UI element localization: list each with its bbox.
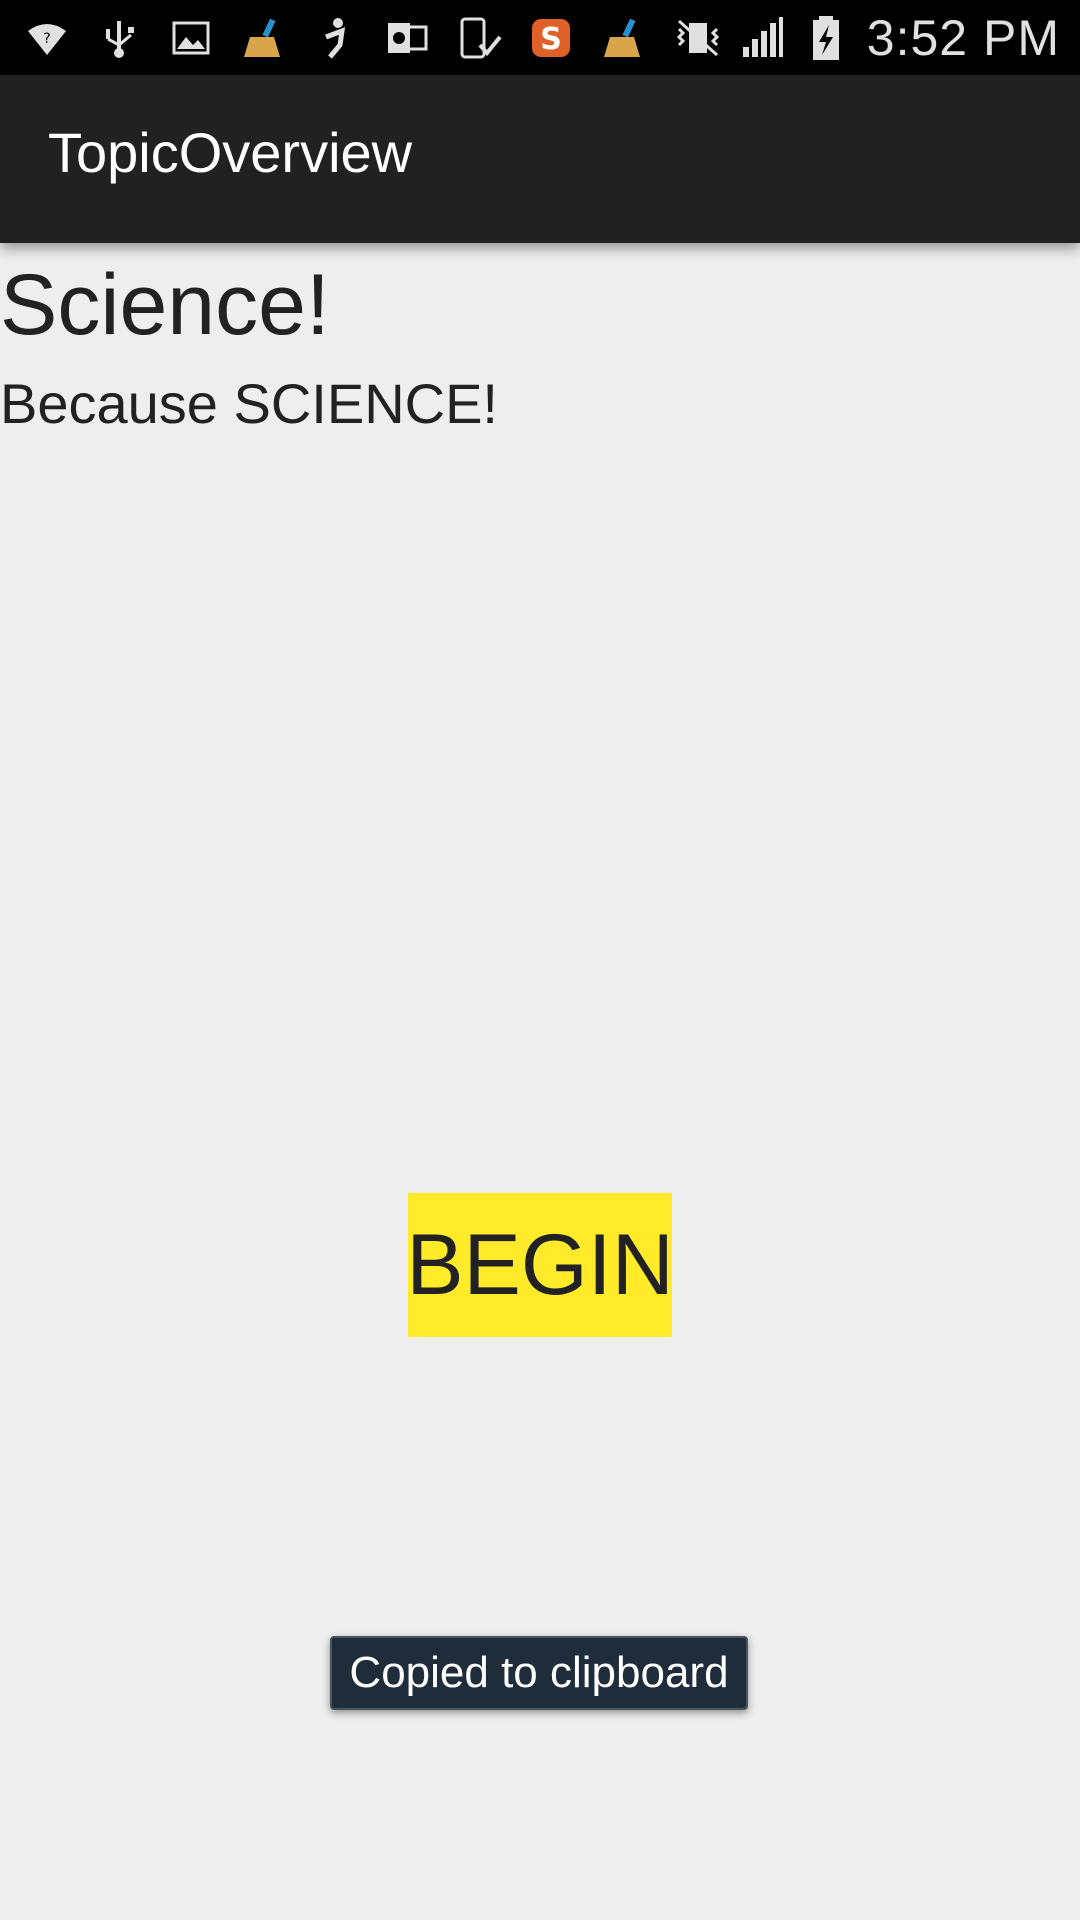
usb-icon (96, 15, 142, 61)
status-bar: ? S 3:52 PM (0, 0, 1080, 75)
device-check-icon (456, 15, 502, 61)
svg-text:?: ? (43, 31, 50, 47)
app-title: TopicOverview (48, 121, 413, 184)
toast-message: Copied to clipboard (349, 1648, 729, 1697)
system-indicators: 3:52 PM (675, 8, 1060, 68)
broom-icon (600, 15, 646, 61)
topic-subtitle: Because SCIENCE! (0, 372, 498, 435)
screen: ? S 3:52 PM TopicOverview Science! Becau… (0, 0, 1080, 1920)
toast: Copied to clipboard (330, 1636, 748, 1710)
signal-icon (739, 15, 785, 61)
svg-text:S: S (540, 22, 562, 57)
outlook-icon (384, 15, 430, 61)
image-icon (168, 15, 214, 61)
app-bar: TopicOverview (0, 75, 1080, 243)
s-app-icon: S (528, 15, 574, 61)
vibrate-mute-icon (675, 15, 721, 61)
notification-icons: ? S (24, 8, 646, 68)
person-icon (312, 15, 358, 61)
wifi-question-icon: ? (24, 15, 70, 61)
topic-title: Science! (0, 257, 330, 353)
battery-charging-icon (803, 15, 849, 61)
begin-button[interactable]: BEGIN (406, 1193, 674, 1337)
status-time: 3:52 PM (866, 10, 1060, 66)
broom-icon (240, 15, 286, 61)
